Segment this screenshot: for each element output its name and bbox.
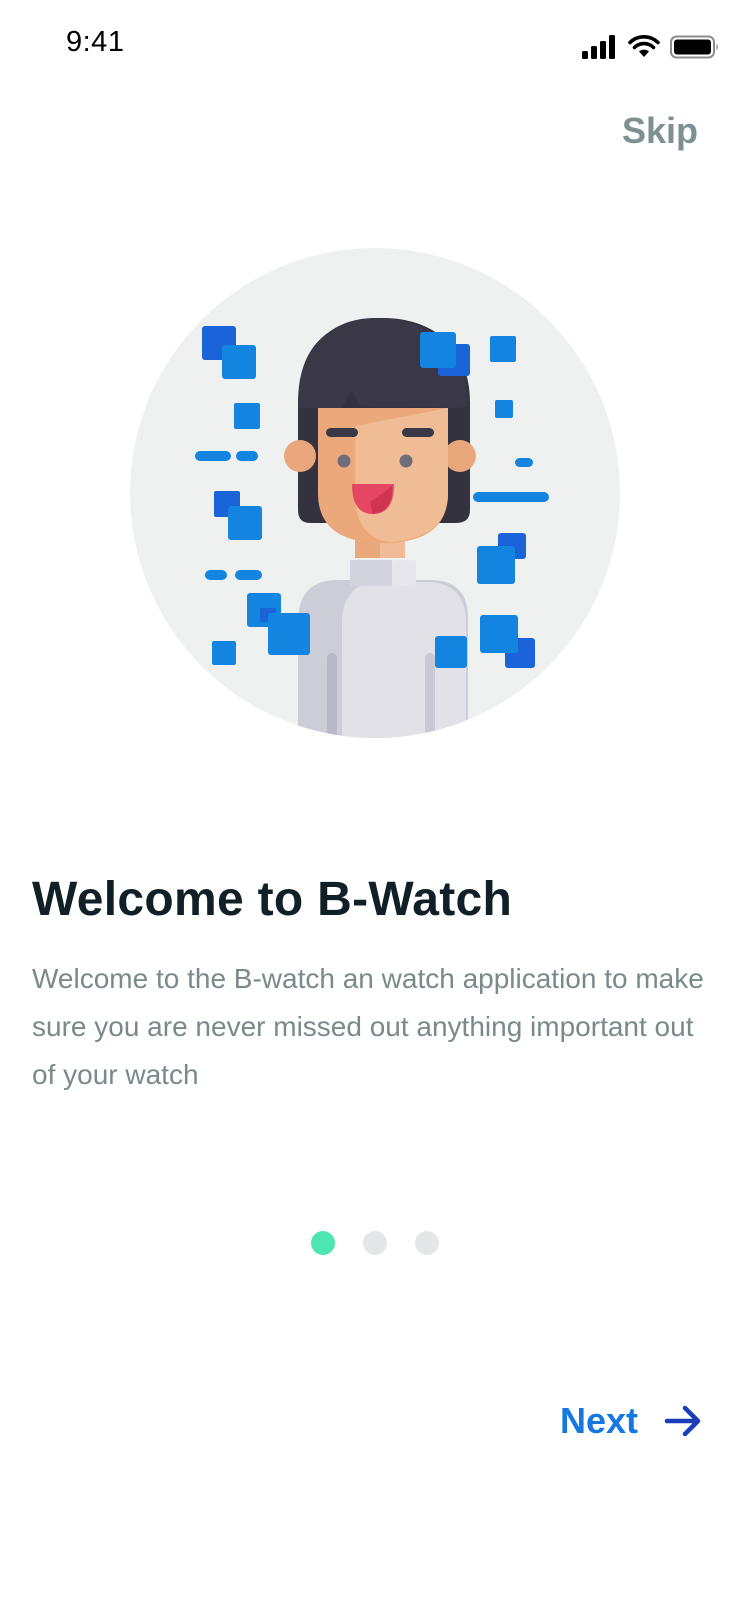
next-button[interactable]: Next bbox=[560, 1400, 702, 1442]
next-label: Next bbox=[559, 1400, 638, 1441]
skip-button[interactable]: Skip bbox=[622, 110, 698, 152]
arrow-right-icon bbox=[664, 1405, 701, 1437]
battery-icon bbox=[670, 35, 718, 59]
person-avatar-illustration bbox=[130, 248, 620, 738]
status-bar: 9:41 bbox=[0, 0, 750, 88]
page-dot-1-active[interactable] bbox=[311, 1231, 335, 1255]
status-time: 9:41 bbox=[66, 26, 125, 58]
wifi-icon bbox=[628, 35, 660, 57]
page-description: Welcome to the B-watch an watch applicat… bbox=[32, 963, 704, 1090]
page-indicator bbox=[0, 1231, 750, 1255]
page-title: Welcome to B-Watch bbox=[32, 873, 513, 926]
status-icons bbox=[582, 32, 720, 62]
page-dot-3[interactable] bbox=[415, 1231, 439, 1255]
signal-icon bbox=[582, 35, 615, 59]
page-dot-2[interactable] bbox=[363, 1231, 387, 1255]
